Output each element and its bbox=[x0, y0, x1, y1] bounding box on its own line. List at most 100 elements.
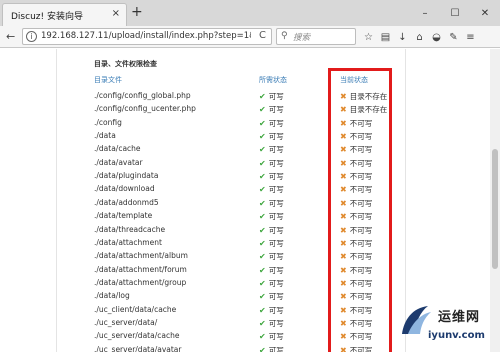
check-icon: ✔ bbox=[259, 265, 266, 275]
row-required-label: 可写 bbox=[268, 198, 284, 208]
table-row: ./data/addonmd5 ✔ 可写 ✖ 不可写 bbox=[0, 198, 490, 211]
row-required: ✔ 可写 bbox=[259, 291, 284, 302]
table-row: ./data/template ✔ 可写 ✖ 不可写 bbox=[0, 211, 490, 224]
check-icon: ✔ bbox=[259, 105, 266, 115]
check-icon: ✔ bbox=[259, 198, 266, 208]
row-required-label: 可写 bbox=[268, 238, 284, 248]
row-required: ✔ 可写 bbox=[259, 198, 284, 209]
pocket-icon[interactable]: ◒ bbox=[428, 29, 445, 45]
check-icon: ✔ bbox=[259, 345, 266, 352]
row-path: ./data/threadcache bbox=[94, 224, 166, 234]
row-path: ./config bbox=[94, 117, 122, 127]
menu-icon[interactable]: ≡ bbox=[462, 29, 479, 45]
section-title: 目录、文件权限检查 bbox=[94, 60, 157, 68]
close-tab-icon[interactable]: × bbox=[112, 8, 120, 19]
table-row: ./data ✔ 可写 ✖ 不可写 bbox=[0, 131, 490, 144]
star-icon[interactable]: ☆ bbox=[360, 29, 377, 45]
row-required: ✔ 可写 bbox=[259, 184, 284, 195]
check-icon: ✔ bbox=[259, 225, 266, 235]
reading-list-icon[interactable]: ▤ bbox=[377, 29, 394, 45]
row-path: ./data bbox=[94, 131, 116, 141]
table-row: ./data/attachment/forum ✔ 可写 ✖ 不可写 bbox=[0, 265, 490, 278]
row-required: ✔ 可写 bbox=[259, 265, 284, 276]
row-path: ./uc_server/data/ bbox=[94, 317, 158, 327]
header-required: 所需状态 bbox=[259, 76, 287, 84]
check-icon: ✔ bbox=[259, 318, 266, 328]
row-required-label: 可写 bbox=[268, 345, 284, 352]
table-row: ./data/plugindata ✔ 可写 ✖ 不可写 bbox=[0, 171, 490, 184]
table-row: ./config/config_ucenter.php ✔ 可写 ✖ 目录不存在 bbox=[0, 104, 490, 117]
close-window-button[interactable]: ✕ bbox=[470, 0, 500, 26]
check-icon: ✔ bbox=[259, 238, 266, 248]
row-path: ./config/config_ucenter.php bbox=[94, 104, 196, 114]
check-icon: ✔ bbox=[259, 185, 266, 195]
navigation-bar: ← i 192.168.127.11/upload/install/index.… bbox=[0, 26, 500, 48]
minimize-button[interactable]: – bbox=[410, 0, 440, 26]
row-path: ./uc_server/data/cache bbox=[94, 331, 180, 341]
browser-tab[interactable]: Discuz! 安装向导 × bbox=[2, 3, 127, 26]
row-path: ./config/config_global.php bbox=[94, 91, 191, 100]
row-required: ✔ 可写 bbox=[259, 251, 284, 262]
row-path: ./data/avatar bbox=[94, 157, 143, 167]
row-path: ./data/template bbox=[94, 211, 153, 221]
back-button[interactable]: ← bbox=[6, 30, 15, 44]
tab-title: Discuz! 安装向导 bbox=[11, 12, 83, 22]
row-path: ./data/attachment/album bbox=[94, 251, 188, 261]
check-icon: ✔ bbox=[259, 332, 266, 342]
check-icon: ✔ bbox=[259, 92, 266, 101]
window-controls: – ☐ ✕ bbox=[410, 0, 500, 26]
header-path: 目录文件 bbox=[94, 76, 122, 84]
new-tab-button[interactable]: + bbox=[131, 5, 143, 19]
row-required-label: 可写 bbox=[268, 105, 284, 115]
table-row: ./config/config_global.php ✔ 可写 ✖ 目录不存在 bbox=[0, 91, 490, 104]
check-icon: ✔ bbox=[259, 132, 266, 142]
highlight-box bbox=[328, 68, 392, 352]
check-icon: ✔ bbox=[259, 252, 266, 262]
row-required-label: 可写 bbox=[268, 172, 284, 182]
table-row: ./data/attachment/album ✔ 可写 ✖ 不可写 bbox=[0, 251, 490, 264]
row-required: ✔ 可写 bbox=[259, 118, 284, 129]
row-required-label: 可写 bbox=[268, 292, 284, 302]
table-row: ./config ✔ 可写 ✖ 不可写 bbox=[0, 118, 490, 131]
table-row: ./data/threadcache ✔ 可写 ✖ 不可写 bbox=[0, 225, 490, 238]
table-row: ./data/avatar ✔ 可写 ✖ 不可写 bbox=[0, 158, 490, 171]
row-required-label: 可写 bbox=[268, 145, 284, 155]
row-path: ./data/attachment/forum bbox=[94, 264, 187, 274]
row-path: ./uc_server/data/avatar bbox=[94, 344, 182, 352]
info-icon[interactable]: i bbox=[26, 31, 37, 42]
check-icon: ✔ bbox=[259, 172, 266, 182]
search-input[interactable]: ⚲ 搜索 bbox=[276, 28, 356, 45]
row-required: ✔ 可写 bbox=[259, 345, 284, 352]
row-required: ✔ 可写 bbox=[259, 131, 284, 142]
row-required-label: 可写 bbox=[268, 185, 284, 195]
row-required-label: 可写 bbox=[268, 332, 284, 342]
search-placeholder: 搜索 bbox=[293, 33, 311, 43]
url-text[interactable]: 192.168.127.11/upload/install/index.php?… bbox=[41, 31, 251, 41]
row-required: ✔ 可写 bbox=[259, 318, 284, 329]
row-required-label: 可写 bbox=[268, 118, 284, 128]
table-row: ./data/cache ✔ 可写 ✖ 不可写 bbox=[0, 144, 490, 157]
search-icon: ⚲ bbox=[281, 31, 288, 41]
watermark-cn: 运维网 bbox=[438, 310, 481, 325]
url-bar[interactable]: i 192.168.127.11/upload/install/index.ph… bbox=[22, 28, 272, 45]
maximize-button[interactable]: ☐ bbox=[440, 0, 470, 26]
extension-icon[interactable]: ✎ bbox=[445, 29, 462, 45]
reload-icon[interactable]: C bbox=[259, 30, 266, 41]
row-required: ✔ 可写 bbox=[259, 278, 284, 289]
row-path: ./data/log bbox=[94, 291, 130, 301]
check-icon: ✔ bbox=[259, 145, 266, 155]
row-required: ✔ 可写 bbox=[259, 238, 284, 249]
watermark: 运维网 iyunv.com bbox=[398, 300, 498, 352]
scroll-thumb[interactable] bbox=[492, 149, 498, 269]
row-required-label: 可写 bbox=[268, 278, 284, 288]
home-icon[interactable]: ⌂ bbox=[411, 29, 428, 45]
row-required-label: 可写 bbox=[268, 158, 284, 168]
row-required-label: 可写 bbox=[268, 212, 284, 222]
row-required-label: 可写 bbox=[268, 132, 284, 142]
row-required: ✔ 可写 bbox=[259, 331, 284, 342]
watermark-en: iyunv.com bbox=[428, 330, 485, 341]
row-required: ✔ 可写 bbox=[259, 158, 284, 169]
row-required: ✔ 可写 bbox=[259, 104, 284, 115]
row-required: ✔ 可写 bbox=[259, 91, 284, 102]
download-icon[interactable]: ↓ bbox=[394, 29, 411, 45]
